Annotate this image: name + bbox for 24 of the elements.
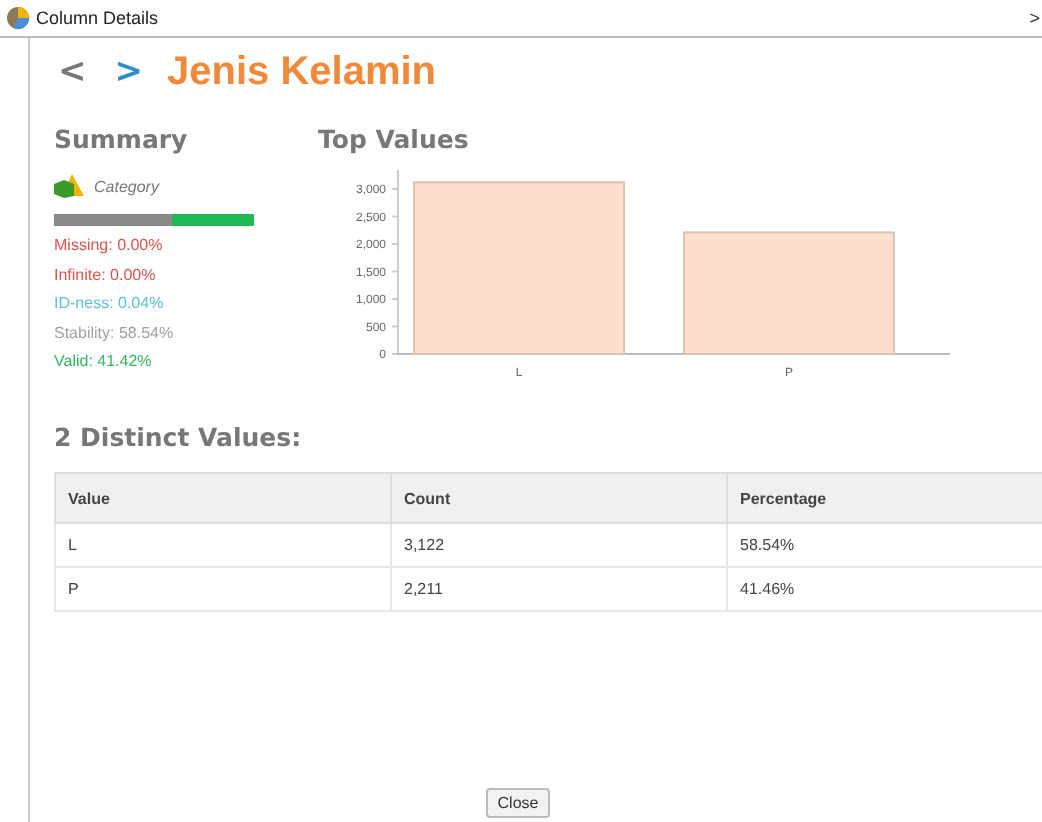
stat-text: Infinite: 0.00% [54,263,158,287]
column-header: Percentage [727,473,1042,523]
top-values-heading: Top Values [318,124,471,154]
table-cell: P [55,567,391,611]
column-title: Jenis Kelamin [167,49,437,95]
app-icon [6,6,30,30]
type-label: Category [94,177,159,195]
table-cell: 3,122 [391,523,727,567]
stat-text: Valid: 41.42% [54,350,154,374]
distinct-heading: 2 Distinct Values: [54,422,304,452]
column-header: Value [55,473,391,523]
category-icon [54,174,86,198]
edge-glyph: > [1029,8,1040,28]
stat-text: Stability: 58.54% [54,321,176,346]
column-header: Count [391,473,727,523]
stat-text: Missing: 0.00% [54,234,165,258]
back-button[interactable]: < [54,52,91,92]
table-cell: L [55,523,391,567]
stat-text: ID-ness: 0.04% [54,292,166,316]
table-cell: 2,211 [391,567,727,611]
summary-heading: Summary [54,124,190,154]
close-button[interactable]: Close [485,788,551,818]
forward-button[interactable]: > [110,52,147,92]
window-title: Column Details [36,8,159,28]
